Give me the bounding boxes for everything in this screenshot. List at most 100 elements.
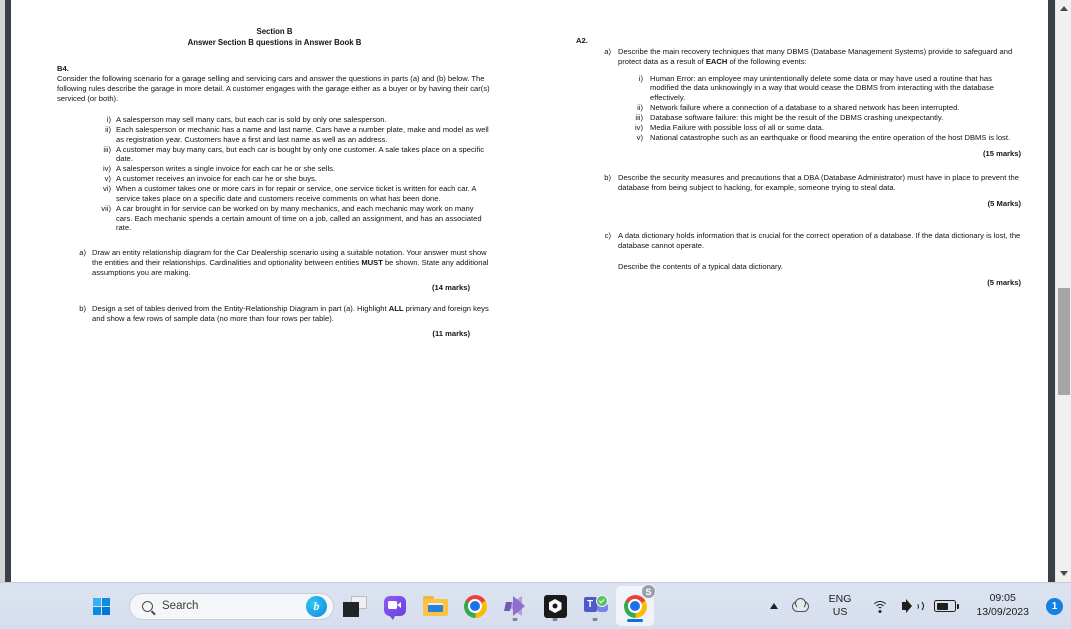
battery-button[interactable] [927,588,963,624]
vertical-scrollbar[interactable] [1055,0,1071,582]
a2-part-b: b) Describe the security measures and pr… [600,173,1021,193]
b4-part-b-marks: (11 marks) [432,328,470,338]
wifi-icon [871,600,889,613]
task-view-button[interactable] [336,586,374,626]
list-marker: c) [604,231,611,241]
scroll-down-button[interactable] [1056,565,1071,582]
screen: Section B Answer Section B questions in … [0,0,1071,629]
file-explorer-button[interactable] [416,586,454,626]
list-item: iii) Database software failure: this mig… [629,113,1021,123]
list-marker: a) [604,46,611,56]
a2-part-c: c) A data dictionary holds information t… [600,231,1021,272]
list-marker: b) [604,173,611,183]
list-text: Describe the security measures and preca… [618,173,1019,193]
b4-part-b: b) Design a set of tables derived from t… [75,304,492,339]
viewer-right-band [1048,0,1055,582]
running-indicator [552,618,558,621]
a2-part-a-text-1: Describe the main recovery techniques th… [618,46,1013,66]
question-number-a2: A2. [576,36,588,45]
scrollbar-thumb[interactable] [1058,288,1070,395]
list-marker: i) [106,115,111,125]
unity-button[interactable] [536,586,574,626]
b4-part-a-marks: (14 marks) [432,282,470,292]
question-number-b4: B4. [57,63,69,73]
list-item: i) A salesperson may sell many cars, but… [96,115,492,125]
start-button[interactable] [86,591,116,621]
list-marker: b) [79,303,86,313]
taskbar-app-area: Search b T S [86,584,656,626]
clock-date: 13/09/2023 [976,606,1029,618]
search-icon [142,600,153,612]
b4-part-a: a) Draw an entity relationship diagram f… [75,248,492,292]
list-marker: i) [638,73,643,83]
show-hidden-icons-button[interactable] [763,588,785,624]
list-marker: ii) [637,103,643,113]
list-item: a) Describe the main recovery techniques… [600,47,1021,67]
chat-icon [384,596,406,620]
list-text: A car brought in for service can be work… [116,203,482,233]
language-indicator[interactable]: ENG US [816,588,865,624]
part-b-text-1: Design a set of tables derived from the … [92,303,389,313]
list-item: iv) A salesperson writes a single invoic… [96,164,492,174]
search-placeholder: Search [162,600,199,612]
clock[interactable]: 09:05 13/09/2023 [963,588,1042,624]
google-chrome-button[interactable] [456,586,494,626]
list-text: A data dictionary holds information that… [618,231,1021,250]
running-indicator [512,618,518,621]
section-heading-line1: Section B [256,27,293,36]
document-page: Section B Answer Section B questions in … [11,0,1048,582]
list-text: National catastrophe such as an earthqua… [650,132,1011,142]
battery-icon [934,600,960,612]
part-a-emphasis: MUST [361,258,383,268]
chevron-up-icon [1060,6,1068,11]
list-item: vii) A car brought in for service can be… [96,204,492,234]
list-item: v) National catastrophe such as an earth… [629,133,1021,143]
list-item: ii) Network failure where a connection o… [629,103,1021,113]
system-tray: ENG US 09:05 13/09/2023 1 [763,588,1063,624]
list-text: Describe the main recovery techniques th… [618,47,1021,67]
list-marker: vii) [101,203,111,213]
microsoft-teams-button[interactable]: T [576,586,614,626]
list-item: a) Draw an entity relationship diagram f… [75,248,492,278]
list-marker: ii) [105,124,111,134]
document-viewer: Section B Answer Section B questions in … [0,0,1071,582]
list-item: i) Human Error: an employee may unintent… [629,74,1021,104]
list-text: Human Error: an employee may unintention… [650,73,995,103]
a2-events-list: i) Human Error: an employee may unintent… [629,74,1021,143]
cloud-icon [791,597,809,612]
list-text: Network failure where a connection of a … [650,103,960,113]
volume-button[interactable] [895,588,927,624]
list-item: Describe the contents of a typical data … [600,262,1021,272]
folder-icon [422,596,448,616]
network-button[interactable] [864,588,895,624]
scroll-up-button[interactable] [1056,0,1071,17]
list-item: b) Design a set of tables derived from t… [75,304,492,324]
visual-studio-button[interactable] [496,586,534,626]
list-item: v) A customer receives an invoice for ea… [96,174,492,184]
bing-chat-icon[interactable]: b [306,595,327,617]
chevron-up-icon [769,603,778,609]
onedrive-button[interactable] [785,588,816,624]
part-b-emphasis: ALL [388,303,404,313]
clock-time: 09:05 [989,592,1016,605]
list-marker: vi) [102,184,111,194]
taskbar: Search b T S ENG US 09:05 13/09/2023 1 [0,582,1071,629]
a2-part-a-emphasis: EACH [705,56,728,66]
a2-part-c-marks: (5 marks) [987,277,1021,287]
chat-button[interactable] [376,586,414,626]
list-text: A salesperson may sell many cars, but ea… [116,115,387,125]
list-marker: v) [104,174,111,184]
a2-part-a: a) Describe the main recovery techniques… [600,47,1021,67]
chrome-window-button[interactable]: S [616,584,656,626]
chevron-down-icon [1060,571,1068,576]
a2-part-a-text-2: of the following events: [727,56,807,66]
list-text: Draw an entity relationship diagram for … [92,248,492,278]
list-marker: iii) [635,113,643,123]
question-b4-intro: Consider the following scenario for a ga… [57,74,490,104]
notification-badge[interactable]: 1 [1046,597,1063,615]
windows-logo-icon [92,597,110,615]
list-text: Media Failure with possible loss of all … [650,122,824,132]
search-input[interactable]: Search b [129,592,334,620]
visual-studio-icon [503,595,527,617]
list-item: vi) When a customer takes one or more ca… [96,184,492,204]
